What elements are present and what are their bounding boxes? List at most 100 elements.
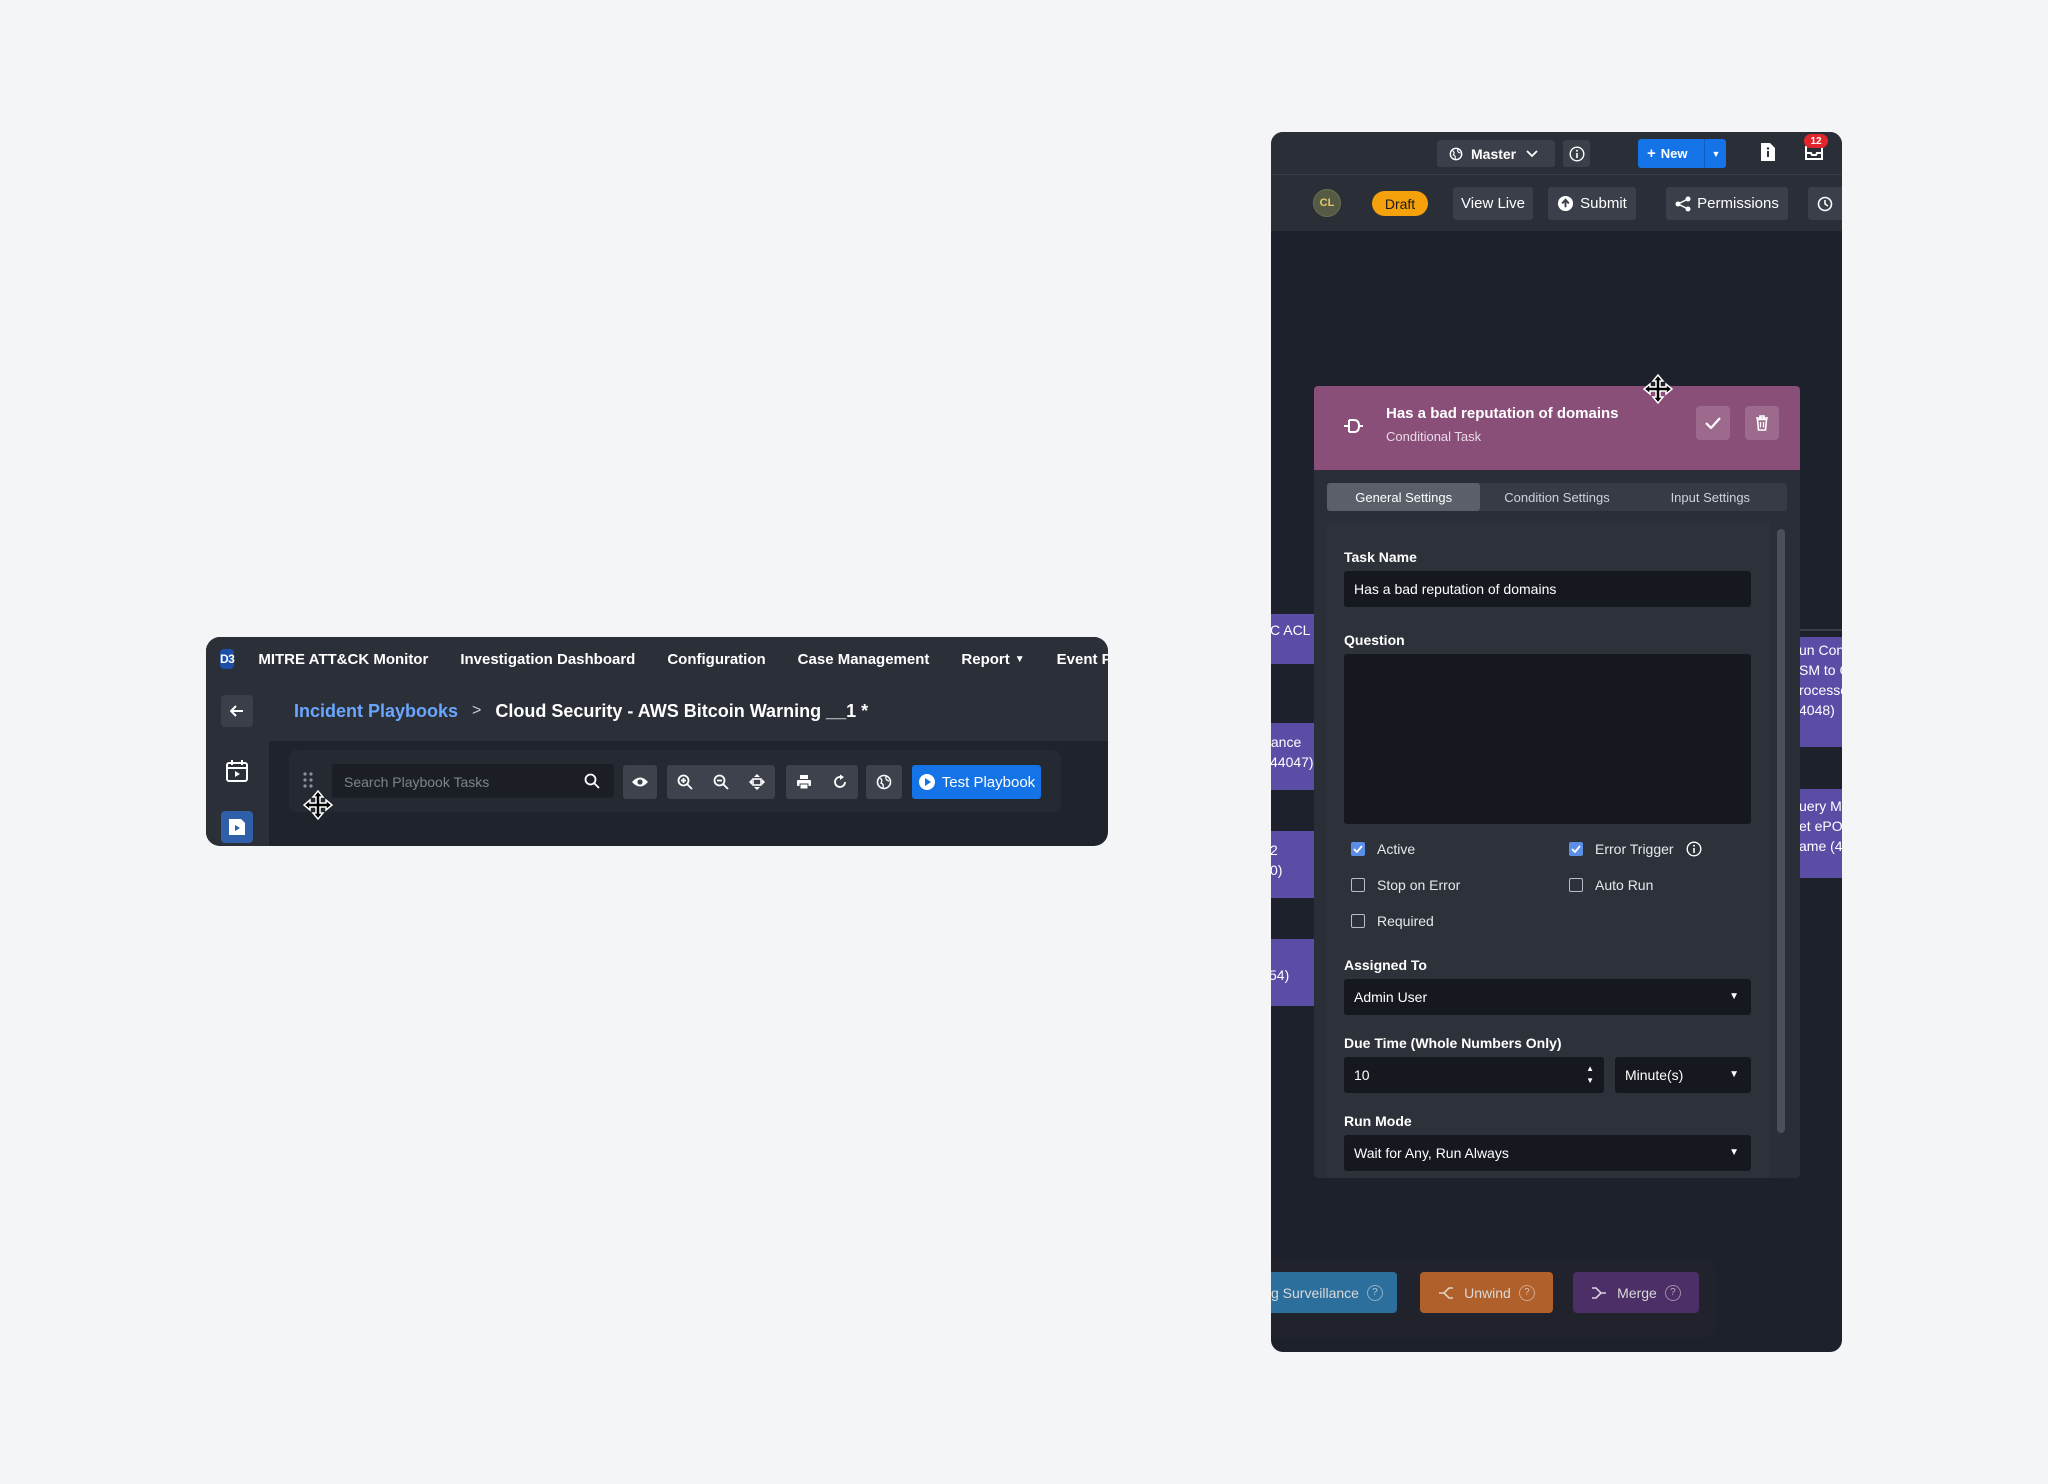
- assigned-to-label: Assigned To: [1344, 957, 1427, 973]
- share-icon: [1675, 196, 1691, 212]
- toggle-view-button[interactable]: [623, 765, 657, 799]
- playbook-title: Cloud Security - AWS Bitcoin Warning __1…: [495, 700, 869, 721]
- nav-case-management[interactable]: Case Management: [798, 651, 930, 668]
- merge-task-button[interactable]: Merge ?: [1573, 1272, 1699, 1313]
- refresh-button[interactable]: [822, 765, 858, 799]
- checkbox-box[interactable]: [1569, 878, 1583, 892]
- help-icon[interactable]: ?: [1518, 1284, 1535, 1301]
- canvas-node-label: SM to G: [1799, 662, 1842, 678]
- delete-task-button[interactable]: [1745, 406, 1779, 440]
- canvas-node[interactable]: un Con SM to G rocesse 4048): [1799, 637, 1842, 747]
- merge-label: Merge: [1617, 1284, 1657, 1301]
- d3-logo[interactable]: D3: [220, 649, 235, 669]
- back-button[interactable]: [221, 695, 253, 727]
- canvas-node[interactable]: tance 44047): [1271, 723, 1314, 790]
- site-info-button[interactable]: [1563, 140, 1590, 167]
- nav-investigation-dashboard[interactable]: Investigation Dashboard: [460, 651, 635, 668]
- checkbox-box[interactable]: [1351, 878, 1365, 892]
- tab-condition-settings[interactable]: Condition Settings: [1480, 483, 1633, 511]
- due-time-label: Due Time (Whole Numbers Only): [1344, 1035, 1562, 1051]
- new-label: New: [1660, 146, 1688, 161]
- task-editor-panel: Master + New ▼ 12 CL Draft View Live Sub…: [1271, 132, 1842, 1352]
- canvas-node-label: et ePO: [1799, 818, 1842, 834]
- search-playbook-tasks: [332, 764, 614, 800]
- due-unit-select[interactable]: Minute(s) ▼: [1615, 1057, 1751, 1093]
- auto-run-checkbox[interactable]: Auto Run: [1569, 877, 1653, 893]
- assigned-to-select[interactable]: Admin User ▼: [1344, 979, 1751, 1015]
- nav-configuration[interactable]: Configuration: [667, 651, 765, 668]
- active-checkbox[interactable]: Active: [1351, 841, 1415, 857]
- new-dropdown-toggle[interactable]: ▼: [1704, 139, 1727, 168]
- master-site-selector[interactable]: Master: [1437, 140, 1555, 167]
- help-icon[interactable]: ?: [1664, 1284, 1681, 1301]
- globe-button[interactable]: [866, 765, 902, 799]
- view-live-button[interactable]: View Live: [1453, 187, 1533, 220]
- document-info-icon[interactable]: [1760, 142, 1776, 162]
- submit-button[interactable]: Submit: [1548, 187, 1636, 220]
- canvas-node[interactable]: uery M et ePO ame (4: [1799, 789, 1842, 878]
- scrollbar-thumb[interactable]: [1777, 529, 1785, 1133]
- play-circle-icon: [918, 773, 936, 791]
- fit-screen-button[interactable]: [739, 765, 775, 799]
- canvas-node[interactable]: 54): [1271, 939, 1314, 1006]
- required-checkbox[interactable]: Required: [1351, 913, 1434, 929]
- surveillance-task-button[interactable]: g Surveillance ?: [1271, 1272, 1397, 1313]
- canvas-node[interactable]: 2 0): [1271, 831, 1314, 898]
- nav-event-playbooks[interactable]: Event Pl: [1057, 651, 1108, 668]
- question-textarea[interactable]: [1344, 654, 1751, 824]
- nav-mitre-attack-monitor[interactable]: MITRE ATT&CK Monitor: [258, 651, 428, 668]
- playbook-toolbar: Test Playbook: [289, 750, 1061, 812]
- conditional-task-icon: [1342, 418, 1364, 434]
- draft-status-badge: Draft: [1372, 191, 1428, 216]
- checkbox-box[interactable]: [1351, 842, 1365, 856]
- help-icon[interactable]: ?: [1366, 1284, 1383, 1301]
- refresh-icon: [832, 774, 848, 790]
- caret-down-icon: ▼: [1729, 1147, 1739, 1158]
- avatar[interactable]: CL: [1313, 189, 1341, 217]
- checkbox-box[interactable]: [1351, 914, 1365, 928]
- chevron-down-icon: [1526, 149, 1538, 158]
- task-name-input[interactable]: [1344, 571, 1751, 607]
- unwind-task-button[interactable]: Unwind ?: [1420, 1272, 1553, 1313]
- canvas-node-label: 54): [1271, 967, 1290, 983]
- playbook-editor-panel: D3 MITRE ATT&CK Monitor Investigation Da…: [206, 637, 1108, 846]
- tab-general-settings[interactable]: General Settings: [1327, 483, 1481, 511]
- search-icon[interactable]: [584, 773, 600, 789]
- view-live-label: View Live: [1461, 195, 1525, 212]
- canvas-node[interactable]: C ACL: [1271, 614, 1314, 664]
- zoom-out-button[interactable]: [703, 765, 739, 799]
- permissions-button[interactable]: Permissions: [1666, 187, 1788, 220]
- search-input[interactable]: [332, 764, 576, 800]
- form-scrollbar[interactable]: [1777, 523, 1785, 1178]
- stepper-arrows-icon[interactable]: ▲ ▼: [1586, 1063, 1594, 1087]
- drag-handle-icon[interactable]: [303, 772, 313, 788]
- history-button[interactable]: [1808, 187, 1842, 220]
- question-label: Question: [1344, 632, 1405, 648]
- stop-on-error-checkbox[interactable]: Stop on Error: [1351, 877, 1460, 893]
- zoom-in-button[interactable]: [667, 765, 703, 799]
- move-cursor-icon: [1643, 374, 1673, 404]
- run-mode-select[interactable]: Wait for Any, Run Always ▼: [1344, 1135, 1751, 1171]
- canvas-node-label: C ACL: [1271, 622, 1311, 638]
- info-icon[interactable]: [1686, 841, 1702, 857]
- print-button[interactable]: [786, 765, 822, 799]
- save-task-button[interactable]: [1696, 406, 1730, 440]
- checkbox-box[interactable]: [1569, 842, 1583, 856]
- breadcrumb-incident-playbooks[interactable]: Incident Playbooks: [294, 701, 458, 722]
- due-unit-value: Minute(s): [1625, 1067, 1684, 1083]
- due-time-input[interactable]: 10 ▲ ▼: [1344, 1057, 1604, 1093]
- playbooks-button[interactable]: [221, 811, 253, 843]
- canvas-node-label: 2: [1271, 842, 1278, 858]
- canvas-node-label: 0): [1271, 862, 1283, 878]
- checkmark-icon: [1705, 417, 1721, 429]
- nav-report[interactable]: Report ▼: [961, 651, 1024, 668]
- error-trigger-checkbox[interactable]: Error Trigger: [1569, 841, 1702, 857]
- left-sidebar: [206, 681, 269, 846]
- test-playbook-button[interactable]: Test Playbook: [912, 765, 1041, 799]
- canvas-connector: [1799, 629, 1842, 631]
- arrow-left-icon: [230, 705, 244, 717]
- tab-input-settings[interactable]: Input Settings: [1634, 483, 1787, 511]
- schedule-button[interactable]: [221, 755, 253, 787]
- task-settings-card: Has a bad reputation of domains Conditio…: [1314, 386, 1800, 1178]
- new-button[interactable]: + New ▼: [1638, 139, 1726, 168]
